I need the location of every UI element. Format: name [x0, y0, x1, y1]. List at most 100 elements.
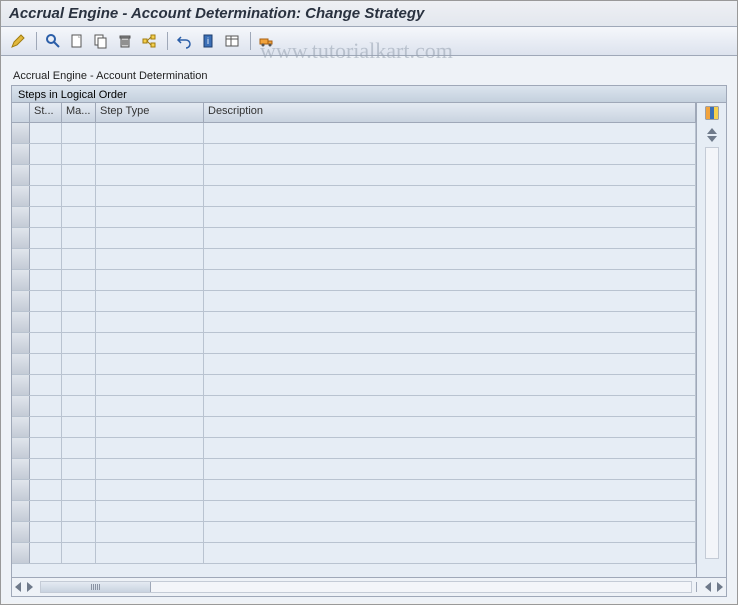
scroll-right-icon[interactable]	[27, 582, 33, 592]
cell-step[interactable]	[30, 207, 62, 227]
cell-manual[interactable]	[62, 144, 96, 164]
cell-manual[interactable]	[62, 375, 96, 395]
cell-description[interactable]	[204, 459, 696, 479]
column-manual[interactable]: Ma...	[62, 103, 96, 122]
cell-description[interactable]	[204, 186, 696, 206]
column-step[interactable]: St...	[30, 103, 62, 122]
cell-step-type[interactable]	[96, 249, 204, 269]
cell-description[interactable]	[204, 123, 696, 143]
cell-step-type[interactable]	[96, 480, 204, 500]
cell-step-type[interactable]	[96, 459, 204, 479]
cell-description[interactable]	[204, 354, 696, 374]
row-selector[interactable]	[12, 438, 30, 458]
row-selector[interactable]	[12, 417, 30, 437]
table-row[interactable]	[12, 312, 696, 333]
cell-step-type[interactable]	[96, 354, 204, 374]
cell-step[interactable]	[30, 249, 62, 269]
delete-icon[interactable]	[114, 30, 136, 52]
table-row[interactable]	[12, 249, 696, 270]
cell-manual[interactable]	[62, 165, 96, 185]
cell-step-type[interactable]	[96, 123, 204, 143]
cell-manual[interactable]	[62, 249, 96, 269]
cell-step-type[interactable]	[96, 312, 204, 332]
edit-icon[interactable]	[7, 30, 29, 52]
cell-description[interactable]	[204, 375, 696, 395]
cell-description[interactable]	[204, 165, 696, 185]
layout-icon[interactable]	[221, 30, 243, 52]
cell-step[interactable]	[30, 438, 62, 458]
row-selector[interactable]	[12, 501, 30, 521]
cell-step-type[interactable]	[96, 270, 204, 290]
cell-step[interactable]	[30, 543, 62, 563]
cell-step-type[interactable]	[96, 207, 204, 227]
table-row[interactable]	[12, 501, 696, 522]
table-row[interactable]	[12, 165, 696, 186]
row-selector[interactable]	[12, 354, 30, 374]
cell-step-type[interactable]	[96, 543, 204, 563]
row-selector[interactable]	[12, 312, 30, 332]
cell-step[interactable]	[30, 144, 62, 164]
scroll-left-icon[interactable]	[15, 582, 21, 592]
table-row[interactable]	[12, 228, 696, 249]
cell-step-type[interactable]	[96, 186, 204, 206]
cell-manual[interactable]	[62, 270, 96, 290]
vertical-scrollbar[interactable]	[705, 147, 719, 559]
cell-step[interactable]	[30, 291, 62, 311]
cell-manual[interactable]	[62, 123, 96, 143]
cell-description[interactable]	[204, 480, 696, 500]
cell-step[interactable]	[30, 480, 62, 500]
table-row[interactable]	[12, 375, 696, 396]
column-selector[interactable]	[12, 103, 30, 122]
cell-manual[interactable]	[62, 543, 96, 563]
cell-description[interactable]	[204, 207, 696, 227]
table-row[interactable]	[12, 123, 696, 144]
cell-step[interactable]	[30, 354, 62, 374]
new-icon[interactable]	[66, 30, 88, 52]
cell-manual[interactable]	[62, 501, 96, 521]
scroll-up-icon[interactable]	[707, 128, 717, 134]
scroll-left-icon[interactable]	[705, 582, 711, 592]
column-step-type[interactable]: Step Type	[96, 103, 204, 122]
transport-icon[interactable]	[256, 30, 278, 52]
row-selector[interactable]	[12, 270, 30, 290]
cell-manual[interactable]	[62, 186, 96, 206]
cell-step-type[interactable]	[96, 333, 204, 353]
row-selector[interactable]	[12, 396, 30, 416]
scroll-right-icon[interactable]	[717, 582, 723, 592]
cell-description[interactable]	[204, 228, 696, 248]
cell-step[interactable]	[30, 375, 62, 395]
table-row[interactable]	[12, 438, 696, 459]
cell-step-type[interactable]	[96, 438, 204, 458]
cell-step[interactable]	[30, 186, 62, 206]
cell-manual[interactable]	[62, 396, 96, 416]
cell-step[interactable]	[30, 312, 62, 332]
table-row[interactable]	[12, 417, 696, 438]
cell-manual[interactable]	[62, 354, 96, 374]
row-selector[interactable]	[12, 123, 30, 143]
cell-manual[interactable]	[62, 333, 96, 353]
cell-step[interactable]	[30, 459, 62, 479]
cell-step-type[interactable]	[96, 375, 204, 395]
row-selector[interactable]	[12, 249, 30, 269]
table-row[interactable]	[12, 354, 696, 375]
cell-step-type[interactable]	[96, 522, 204, 542]
cell-description[interactable]	[204, 543, 696, 563]
cell-step-type[interactable]	[96, 165, 204, 185]
cell-description[interactable]	[204, 396, 696, 416]
table-row[interactable]	[12, 144, 696, 165]
cell-step[interactable]	[30, 522, 62, 542]
cell-step-type[interactable]	[96, 396, 204, 416]
where-used-icon[interactable]	[138, 30, 160, 52]
cell-manual[interactable]	[62, 438, 96, 458]
undo-icon[interactable]	[173, 30, 195, 52]
cell-step-type[interactable]	[96, 228, 204, 248]
table-row[interactable]	[12, 270, 696, 291]
copy-icon[interactable]	[90, 30, 112, 52]
cell-manual[interactable]	[62, 459, 96, 479]
cell-step[interactable]	[30, 501, 62, 521]
cell-step[interactable]	[30, 417, 62, 437]
cell-description[interactable]	[204, 417, 696, 437]
row-selector[interactable]	[12, 375, 30, 395]
cell-step[interactable]	[30, 165, 62, 185]
cell-step-type[interactable]	[96, 417, 204, 437]
